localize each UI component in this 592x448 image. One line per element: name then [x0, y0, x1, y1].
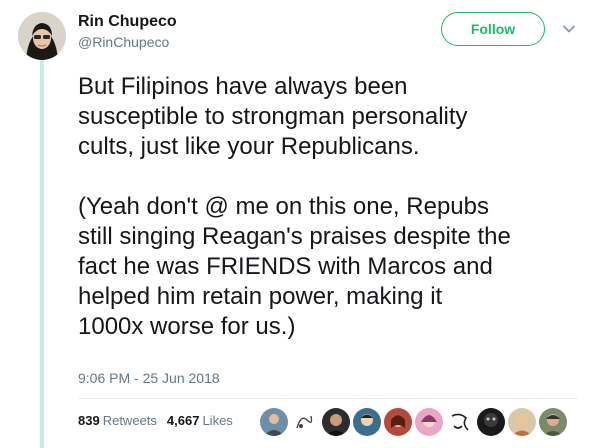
- likes-count: 4,667: [166, 413, 200, 428]
- tweet-line: susceptible to strongman personality: [78, 103, 468, 130]
- liker-avatar[interactable]: [384, 408, 412, 436]
- author-handle[interactable]: @RinChupeco: [78, 34, 169, 50]
- author-name[interactable]: Rin Chupeco: [78, 13, 177, 31]
- liker-avatar[interactable]: [477, 408, 505, 436]
- tweet-line: helped him retain power, making it: [78, 283, 443, 310]
- retweets-count: 839: [78, 413, 100, 428]
- liker-avatar[interactable]: [353, 408, 381, 436]
- liker-avatar[interactable]: [322, 408, 350, 436]
- tweet-stats: 839 Retweets 4,667 Likes: [78, 413, 233, 428]
- liker-avatar[interactable]: [508, 408, 536, 436]
- tweet-line: 1000x worse for us.): [78, 313, 296, 340]
- divider: [78, 398, 578, 399]
- chevron-down-icon[interactable]: [562, 22, 576, 36]
- tweet-text: But Filipinos have always been susceptib…: [78, 72, 578, 342]
- avatar[interactable]: [18, 12, 66, 60]
- tweet-line: fact he was FRIENDS with Marcos and: [78, 253, 493, 280]
- liker-avatar[interactable]: [539, 408, 567, 436]
- timestamp[interactable]: 9:06 PM - 25 Jun 2018: [78, 370, 220, 386]
- follow-button[interactable]: Follow: [441, 12, 545, 46]
- retweets-label: Retweets: [102, 413, 157, 428]
- liker-avatar[interactable]: [415, 408, 443, 436]
- likers-avatars: [260, 408, 567, 436]
- tweet-line: still singing Reagan's praises despite t…: [78, 223, 511, 250]
- likes-stat[interactable]: 4,667 Likes: [167, 413, 233, 428]
- liker-avatar[interactable]: [446, 408, 474, 436]
- liker-avatar[interactable]: [260, 408, 288, 436]
- liker-avatar[interactable]: [291, 408, 319, 436]
- likes-label: Likes: [202, 413, 233, 428]
- tweet-line: cults, just like your Republicans.: [78, 133, 420, 160]
- tweet-line: (Yeah don't @ me on this one, Repubs: [78, 193, 489, 220]
- tweet-line: But Filipinos have always been: [78, 73, 408, 100]
- retweets-stat[interactable]: 839 Retweets: [78, 413, 157, 428]
- thread-line: [40, 58, 44, 448]
